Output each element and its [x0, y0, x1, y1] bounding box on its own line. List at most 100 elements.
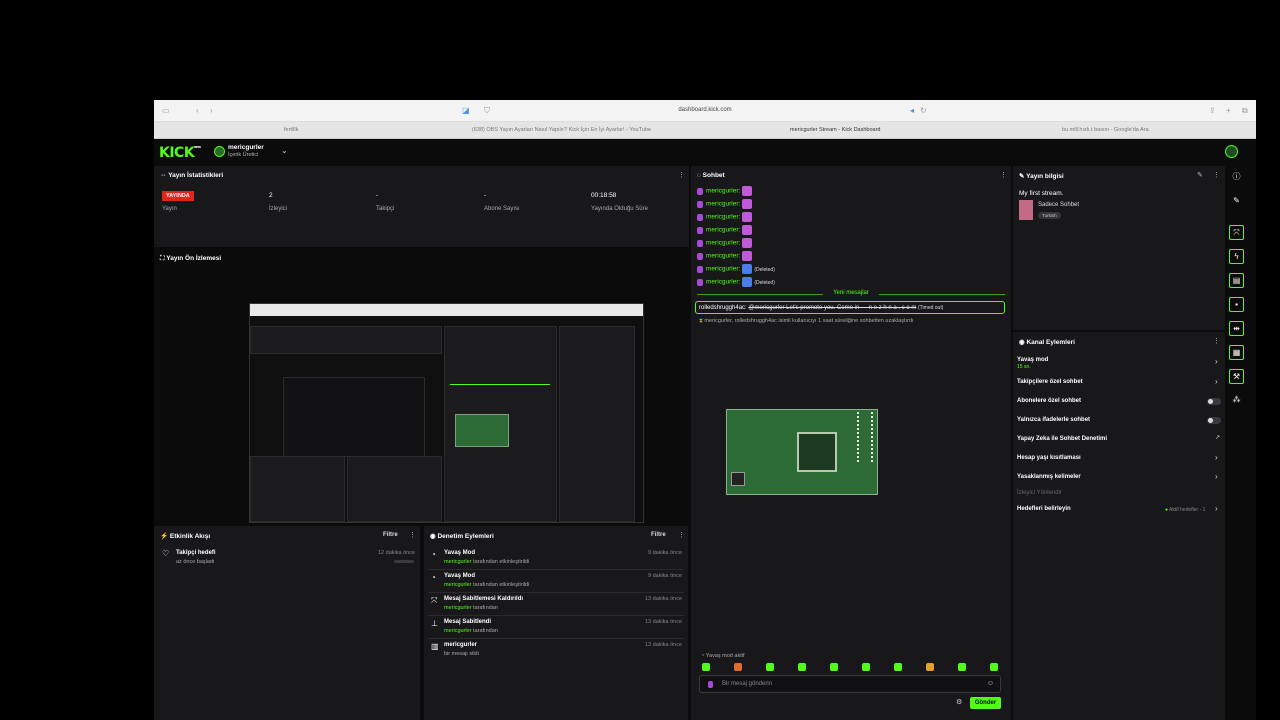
action-account-age[interactable]: Hesap yaşı kısıtlaması [1017, 455, 1081, 461]
expand-icon[interactable]: ⤧ [1229, 225, 1244, 240]
action-ai-moderation[interactable]: Yapay Zeka ile Sohbet Denetimi [1017, 436, 1107, 442]
chevron-right-icon[interactable]: › [1215, 357, 1218, 366]
emote-icon[interactable] [798, 663, 806, 671]
filter-button[interactable]: Filtre [383, 532, 398, 538]
language-tag: Turkish [1038, 212, 1061, 219]
badge-icon [697, 278, 703, 286]
tab-3[interactable]: mericgurler Stream - Kick Dashboard [790, 127, 880, 133]
event-title: Takipçi hedefi [176, 550, 216, 556]
shapes-icon[interactable]: ⁂ [1229, 393, 1244, 408]
preview-browser-bar [250, 304, 643, 316]
action-followers-only[interactable]: Takipçilere özel sohbet [1017, 379, 1083, 385]
emote-icon[interactable] [766, 663, 774, 671]
event-time: 12 dakika önce [378, 550, 415, 556]
account-avatar[interactable] [1225, 145, 1238, 158]
stream-preview-video[interactable] [249, 303, 644, 523]
chevron-right-icon[interactable]: › [1215, 377, 1218, 386]
mod-sub: bir mesajı sildi [444, 651, 479, 657]
more-icon[interactable]: ⋮ [1000, 171, 1007, 179]
emote-icon[interactable] [926, 663, 934, 671]
shared-image[interactable] [726, 409, 878, 495]
emote-icon[interactable] [894, 663, 902, 671]
tab-1[interactable]: fertillk [284, 127, 298, 133]
chat-icon[interactable]: ▪ [1229, 297, 1244, 312]
highlighted-message[interactable]: rolledshruggh4ac: @mericgurler Let's pro… [695, 301, 1005, 314]
mod-sub: mericgurler tarafından [444, 628, 498, 634]
emote-icon[interactable] [990, 663, 998, 671]
activity-panel: ⚡ Etkinlik Akışı Filtre ⋮ ♡ Takipçi hede… [154, 526, 420, 720]
timeout-notice: ⧗ mericgurler, rolledshruggh4ac isimli k… [699, 318, 914, 324]
emote-icon[interactable] [862, 663, 870, 671]
chat-message[interactable]: mericgurler: [697, 238, 753, 248]
more-icon[interactable]: ⋮ [678, 531, 685, 539]
share-icon[interactable]: ⇪ [1209, 106, 1216, 115]
document-icon[interactable]: ▤ [1229, 273, 1244, 288]
action-slow-mode[interactable]: Yavaş mod [1017, 357, 1048, 363]
avatar [214, 146, 225, 157]
slow-mode-status: ◔ Yavaş mod aktif [701, 653, 745, 659]
divider [428, 615, 684, 616]
action-set-goals[interactable]: Hedefleri belirleyin [1017, 506, 1071, 512]
emote-icon[interactable] [702, 663, 710, 671]
tab-4[interactable]: bu.mill.hızlı.t basını - Google'da Ara [1062, 127, 1149, 133]
tab-2[interactable]: (638) OBS Yayın Ayarları Nasıl Yapılır? … [472, 127, 651, 133]
action-subscribers-only[interactable]: Abonelere özel sohbet [1017, 398, 1081, 404]
stat-label: Takipçi [376, 206, 395, 212]
chevron-right-icon[interactable]: › [1215, 472, 1218, 481]
edit-icon[interactable]: ✎ [1197, 171, 1203, 179]
emote-icon [742, 186, 753, 196]
chat-message[interactable]: mericgurler: [697, 199, 753, 209]
badge-icon [697, 187, 703, 195]
chat-message[interactable]: mericgurler: [697, 212, 753, 222]
emote-icon [742, 277, 753, 287]
address-bar[interactable]: dashboard.kick.com [154, 107, 1256, 113]
mod-time: 13 dakika önce [645, 642, 682, 648]
mod-title: Mesaj Sabitlendi [444, 619, 492, 625]
chevron-down-icon[interactable]: ⌄ [281, 146, 288, 155]
gear-icon[interactable]: ⚙ [956, 698, 962, 706]
action-emotes-only[interactable]: Yalnızca ifadelerle sohbet [1017, 417, 1090, 423]
emoji-icon[interactable]: ☺ [987, 680, 994, 687]
preview-nested [283, 377, 425, 457]
chat-input[interactable]: Bir mesaj gönderin ☺ [699, 675, 1001, 693]
emotes-only-toggle[interactable] [1207, 417, 1221, 424]
action-raid: İzleyici Yönlendir [1017, 490, 1062, 496]
filter-button[interactable]: Filtre [651, 532, 666, 538]
mod-title: Yavaş Mod [444, 573, 476, 579]
stream-title: My first stream. [1019, 190, 1064, 197]
reload-icon[interactable]: ↻ [920, 106, 927, 115]
chat-message[interactable]: mericgurler: (Deleted) [697, 264, 775, 274]
send-button[interactable]: Gönder [970, 697, 1001, 709]
chat-message[interactable]: mericgurler: [697, 186, 753, 196]
broadcast-icon[interactable]: ⇹ [1229, 321, 1244, 336]
new-tab-icon[interactable]: + [1226, 106, 1231, 115]
chevron-right-icon[interactable]: › [1215, 504, 1218, 513]
chat-message[interactable]: mericgurler: [697, 251, 753, 261]
divider [428, 638, 684, 639]
subscribers-only-toggle[interactable] [1207, 398, 1221, 405]
emote-icon[interactable] [958, 663, 966, 671]
sound-icon[interactable]: ◂ [910, 106, 914, 115]
unpin-icon: ⤧ [431, 596, 438, 605]
more-icon[interactable]: ⋮ [1213, 171, 1220, 179]
preview-new-line [450, 384, 550, 385]
chevron-right-icon[interactable]: › [1215, 453, 1218, 462]
chat-message[interactable]: mericgurler: [697, 225, 753, 235]
edit-icon[interactable]: ✎ [1229, 194, 1244, 209]
emote-icon[interactable] [830, 663, 838, 671]
emote-icon[interactable] [734, 663, 742, 671]
tabs-overview-icon[interactable]: ⧉ [1242, 106, 1248, 116]
kick-logo[interactable]: KICKBETA [159, 145, 201, 161]
chat-message[interactable]: mericgurler: (Deleted) [697, 277, 775, 287]
more-icon[interactable]: ⋮ [409, 531, 416, 539]
more-icon[interactable]: ⋮ [1213, 337, 1220, 345]
action-banned-words[interactable]: Yasaklanmış kelimeler [1017, 474, 1081, 480]
wrench-icon[interactable]: ⚒ [1229, 369, 1244, 384]
external-link-icon[interactable]: ↗ [1215, 434, 1220, 441]
screen: ▭ ‹ › ◪ ⛉ dashboard.kick.com ◂ ↻ ⇪ + ⧉ f… [154, 100, 1256, 720]
info-icon[interactable]: ⓘ [1229, 170, 1244, 185]
lightning-icon[interactable]: ϟ [1229, 249, 1244, 264]
more-icon[interactable]: ⋮ [678, 171, 685, 179]
layout-icon[interactable]: ▦ [1229, 345, 1244, 360]
chat-input-placeholder: Bir mesaj gönderin [722, 681, 773, 687]
